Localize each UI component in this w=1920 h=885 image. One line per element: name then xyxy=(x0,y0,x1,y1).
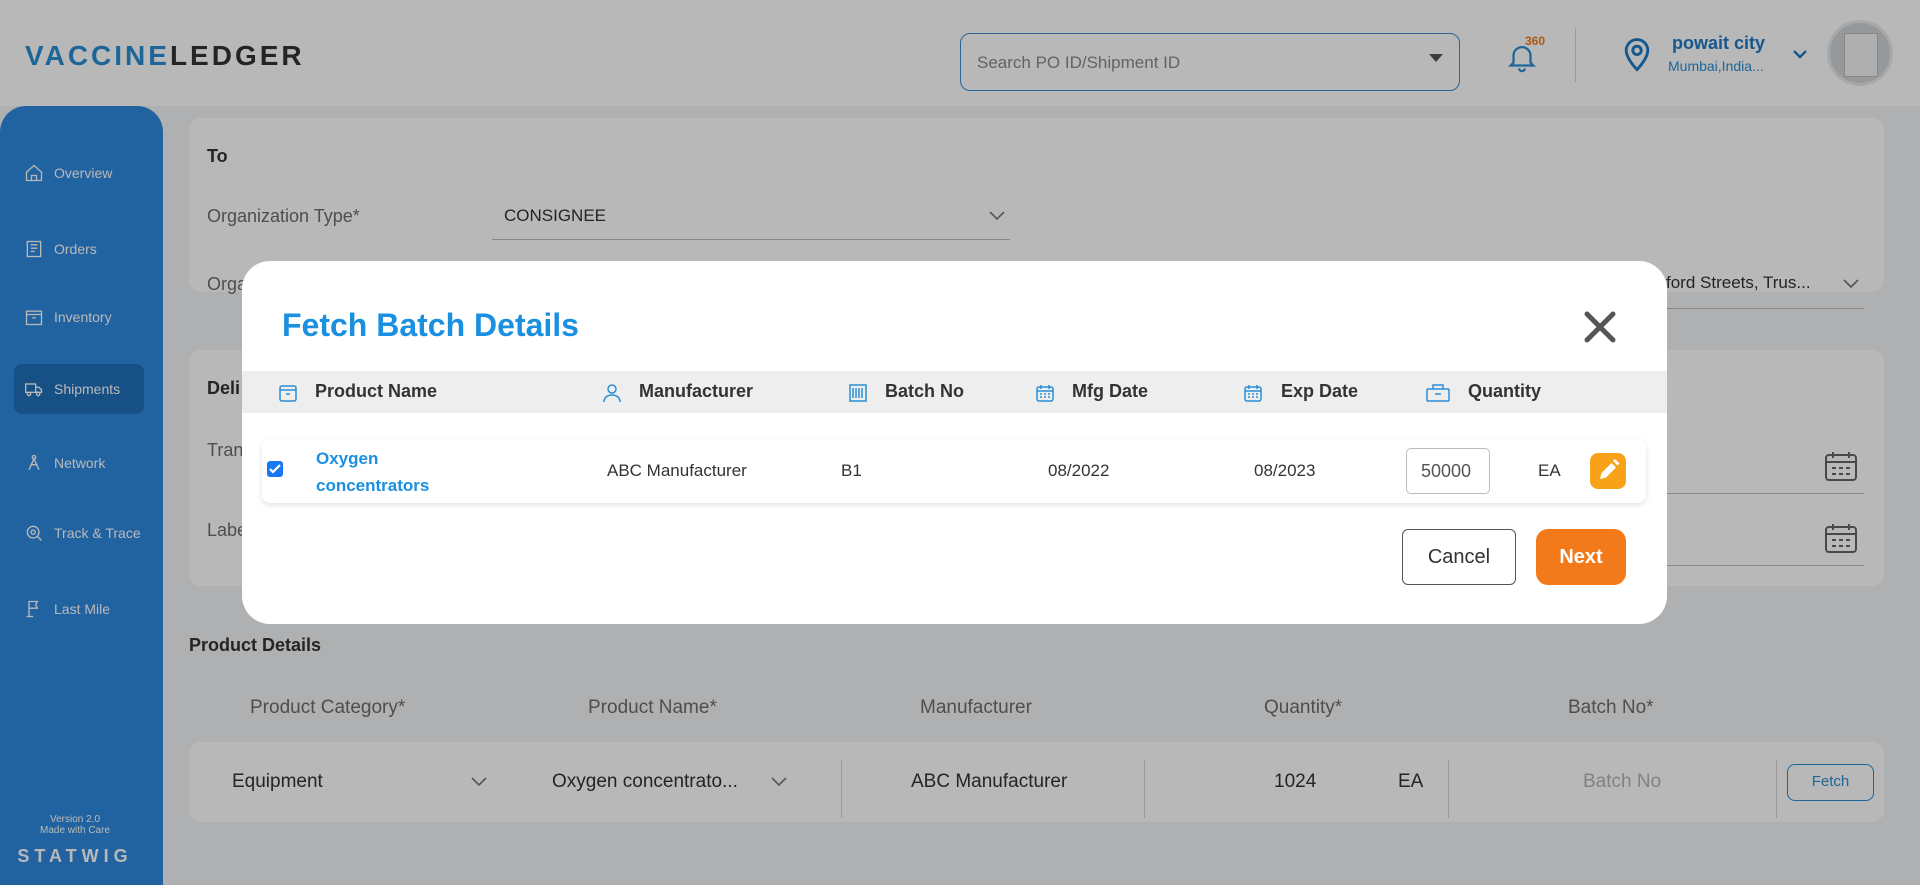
th-exp-date: Exp Date xyxy=(1281,381,1359,401)
modal-title: Fetch Batch Details xyxy=(282,307,579,343)
th-product-name: Product Name xyxy=(315,381,438,401)
exp-date-cell: 08/2023 xyxy=(1254,461,1316,480)
batch-no-cell: B1 xyxy=(841,461,862,480)
check-icon xyxy=(269,464,281,474)
manufacturer-cell: ABC Manufacturer xyxy=(607,461,747,480)
th-manufacturer: Manufacturer xyxy=(639,381,754,401)
fetch-batch-modal: Fetch Batch Details Product Name Manufac… xyxy=(242,261,1667,624)
mfg-date-cell: 08/2022 xyxy=(1048,461,1110,480)
th-quantity: Quantity xyxy=(1468,381,1542,401)
unit-cell: EA xyxy=(1538,461,1561,480)
cancel-button[interactable]: Cancel xyxy=(1402,529,1516,585)
product-name-line1: Oxygen xyxy=(316,449,379,468)
calendar-icon xyxy=(1244,385,1262,402)
th-batch-no: Batch No xyxy=(885,381,965,401)
row-checkbox[interactable] xyxy=(267,461,283,477)
product-name-line2: concentrators xyxy=(316,476,430,495)
close-icon[interactable] xyxy=(1582,309,1618,345)
pencil-icon xyxy=(1600,459,1620,479)
product-name-cell: Oxygen concentrators xyxy=(316,445,476,499)
quantity-input[interactable]: 50000 xyxy=(1406,448,1490,494)
next-button[interactable]: Next xyxy=(1536,529,1626,585)
quantity-icon xyxy=(1426,384,1450,402)
user-icon xyxy=(603,384,621,403)
edit-button[interactable] xyxy=(1590,453,1626,489)
barcode-icon xyxy=(849,384,867,402)
calendar-icon xyxy=(1036,385,1054,402)
table-header: Product Name Manufacturer Batch No Mfg D… xyxy=(242,371,1667,413)
product-icon xyxy=(279,385,297,402)
th-mfg-date: Mfg Date xyxy=(1072,381,1148,401)
